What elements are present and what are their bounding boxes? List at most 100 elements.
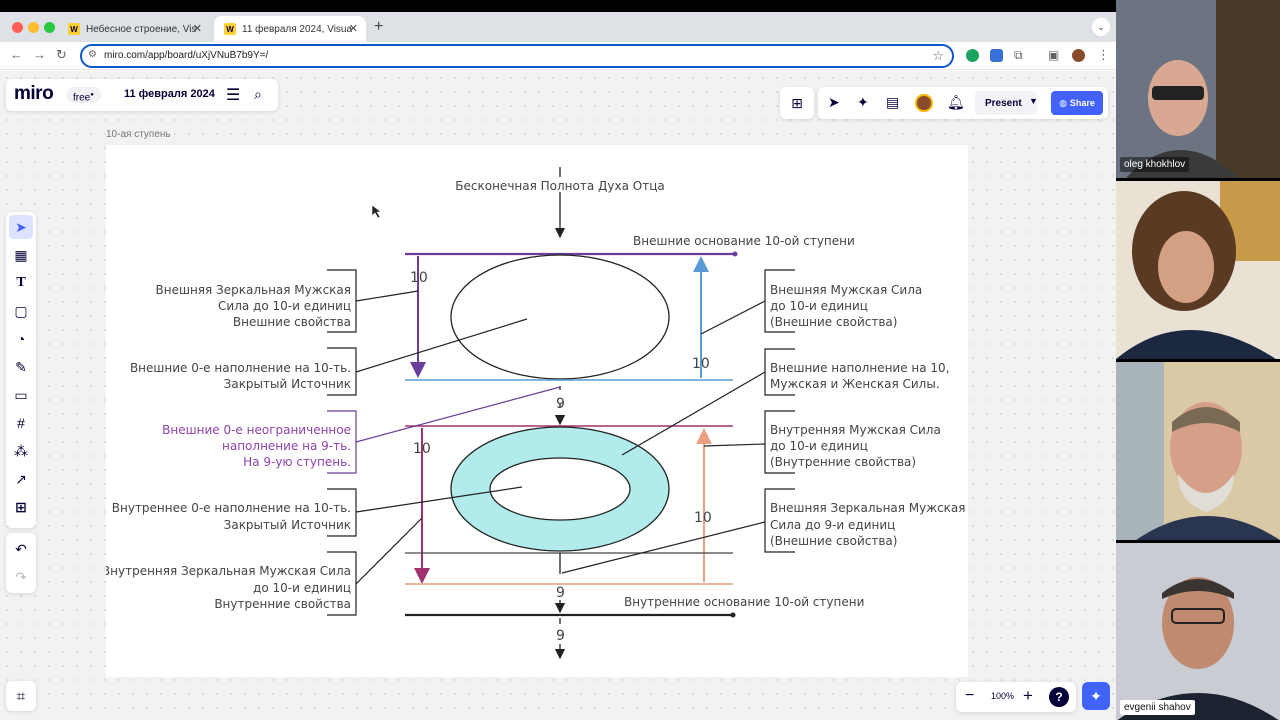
video-tile[interactable] [1116,181,1280,359]
svg-text:Внешняя Зеркальная Мужская: Внешняя Зеркальная Мужская [156,283,352,297]
address-bar[interactable]: ⚙ miro.com/app/board/uXjVNuB7b9Y=/ ☆ [80,44,954,68]
browser-menu-icon[interactable]: ⋮ [1097,47,1110,63]
more-tools-icon[interactable]: ⊞ [9,495,33,519]
notifications-bell-icon[interactable]: 🔔︎ [947,94,965,111]
apps-icon[interactable]: ⊞ [780,87,814,119]
site-settings-icon[interactable]: ⚙ [88,49,97,60]
svg-text:Внутренняя Зеркальная Мужская: Внутренняя Зеркальная Мужская Сила [106,564,351,578]
avatar[interactable] [915,94,933,112]
help-button[interactable]: ? [1049,687,1069,707]
redo-icon[interactable]: ↷ [9,565,33,589]
cursor-follow-icon[interactable]: ➤ [828,94,840,111]
sticky-note-icon[interactable]: ▢ [9,299,33,323]
svg-text:наполнение на 9-ть.: наполнение на 9-ть. [222,439,351,453]
bookmark-star-icon[interactable]: ☆ [932,48,944,64]
video-call-panel: oleg khokhlov evgenii shahov [1116,0,1280,720]
svg-text:Сила до 9-и единиц: Сила до 9-и единиц [770,518,895,532]
templates-icon[interactable]: ▦ [9,243,33,267]
number-label: 9 [556,585,565,601]
menu-icon[interactable]: ☰ [226,85,240,105]
outer-base-label: Внешние основание 10-ой ступени [633,234,855,248]
miro-logo[interactable]: miro [14,83,54,105]
miro-favicon-icon: W [224,23,236,35]
mouse-cursor-icon [371,204,382,219]
pen-icon[interactable]: ✎ [9,355,33,379]
number-label: 9 [556,628,565,644]
number-label: 10 [694,510,712,526]
svg-text:Внешние наполнение на 10,: Внешние наполнение на 10, [770,361,950,375]
zoom-out-icon[interactable]: − [965,687,974,705]
miro-board-canvas[interactable]: miro free● 11 февраля 2024 ☰ ⌕ ⊞ ➤ ✦ ▤ 🔔… [0,71,1116,720]
diagram: Бесконечная Полнота Духа Отца Внешние ос… [106,167,966,660]
navigation-bar: ← → ↻ ⚙ miro.com/app/board/uXjVNuB7b9Y=/… [0,42,1116,70]
tab-search-icon[interactable]: ⌄ [1092,18,1110,36]
participant-video [1116,0,1280,178]
search-icon[interactable]: ⌕ [254,86,262,103]
present-label: Present [985,97,1022,109]
close-tab-icon[interactable]: ✕ [349,22,358,35]
plan-badge[interactable]: free● [66,87,101,103]
chevron-down-icon[interactable]: ▼ [1029,96,1038,106]
frames-panel-icon[interactable]: ⌗ [6,681,36,711]
extension-green-icon[interactable] [966,49,979,62]
number-label: 10 [692,356,710,372]
undo-icon[interactable]: ↶ [9,537,33,561]
reactions-icon[interactable]: ✦ [857,94,869,111]
participant-video [1116,543,1280,720]
tab-title: Небесное строение, Visual W [86,23,196,35]
participant-video [1116,362,1280,540]
inner-base-label: Внутренние основание 10-ой ступени [624,595,864,609]
zoom-in-icon[interactable]: + [1023,686,1033,706]
share-button[interactable]: ◍ Share [1051,91,1103,115]
back-icon[interactable]: ← [10,47,23,62]
svg-text:(Внешние свойства): (Внешние свойства) [770,534,897,548]
diagram-frame[interactable]: Бесконечная Полнота Духа Отца Внешние ос… [106,145,968,677]
minimize-window-button[interactable] [28,22,39,33]
maximize-window-button[interactable] [44,22,55,33]
zoom-level[interactable]: 100% [991,691,1014,701]
comment-icon[interactable]: ▭ [9,383,33,407]
extensions-puzzle-icon[interactable]: ⧉ [1014,48,1023,63]
comments-icon[interactable]: ▤ [886,94,899,111]
svg-text:до 10-и единиц: до 10-и единиц [253,581,351,595]
apps-tool-icon[interactable]: ⁂ [9,439,33,463]
video-tile[interactable]: evgenii shahov [1116,543,1280,720]
svg-text:Внутренние свойства: Внутренние свойства [214,597,351,611]
undo-redo-group: ↶ ↷ [6,533,36,593]
video-tile[interactable]: oleg khokhlov [1116,0,1280,178]
board-name[interactable]: 11 февраля 2024 [124,88,215,100]
text-tool-icon[interactable]: T [9,271,33,295]
left-label-1: Внешняя Зеркальная Мужская Сила до 10-и … [156,269,419,333]
miro-favicon-icon: W [68,23,80,35]
extension-blue-icon[interactable] [990,49,1003,62]
share-label: Share [1069,98,1095,108]
svg-text:Мужская и Женская Силы.: Мужская и Женская Силы. [770,377,940,391]
ai-assist-icon[interactable]: ✦ [1082,682,1110,710]
outer-base-dot [732,251,738,257]
svg-text:Внутренняя Мужская Сила: Внутренняя Мужская Сила [770,423,941,437]
browser-window: W Небесное строение, Visual W ✕ W 11 фев… [0,12,1116,720]
globe-icon: ◍ [1059,97,1067,108]
forward-icon[interactable]: → [33,47,46,62]
new-tab-button[interactable]: + [374,18,383,36]
present-button[interactable]: Present [975,91,1037,115]
side-panel-icon[interactable]: ▣ [1048,48,1059,62]
zoom-controls: − 100% + ? [956,682,1076,712]
close-tab-icon[interactable]: ✕ [193,22,202,35]
frame-title[interactable]: 10-ая ступень [106,129,171,140]
profile-avatar[interactable] [1072,49,1085,62]
tab-active[interactable]: W 11 февраля 2024, Visual Wor ✕ [214,16,366,42]
shapes-icon[interactable]: ◔ [9,327,33,351]
connector-icon[interactable]: ↗ [9,467,33,491]
spirit-label: Бесконечная Полнота Духа Отца [455,179,664,193]
reload-icon[interactable]: ↻ [56,47,67,63]
frame-tool-icon[interactable]: # [9,411,33,435]
participant-name: evgenii shahov [1120,700,1195,715]
video-tile[interactable] [1116,362,1280,540]
svg-text:Внешние свойства: Внешние свойства [233,315,351,329]
svg-text:(Внешние свойства): (Внешние свойства) [770,315,897,329]
right-label-3: Внутренняя Мужская Сила до 10-и единиц (… [703,410,941,474]
close-window-button[interactable] [12,22,23,33]
tab-inactive[interactable]: W Небесное строение, Visual W ✕ [58,16,210,42]
select-tool-icon[interactable]: ➤ [9,215,33,239]
